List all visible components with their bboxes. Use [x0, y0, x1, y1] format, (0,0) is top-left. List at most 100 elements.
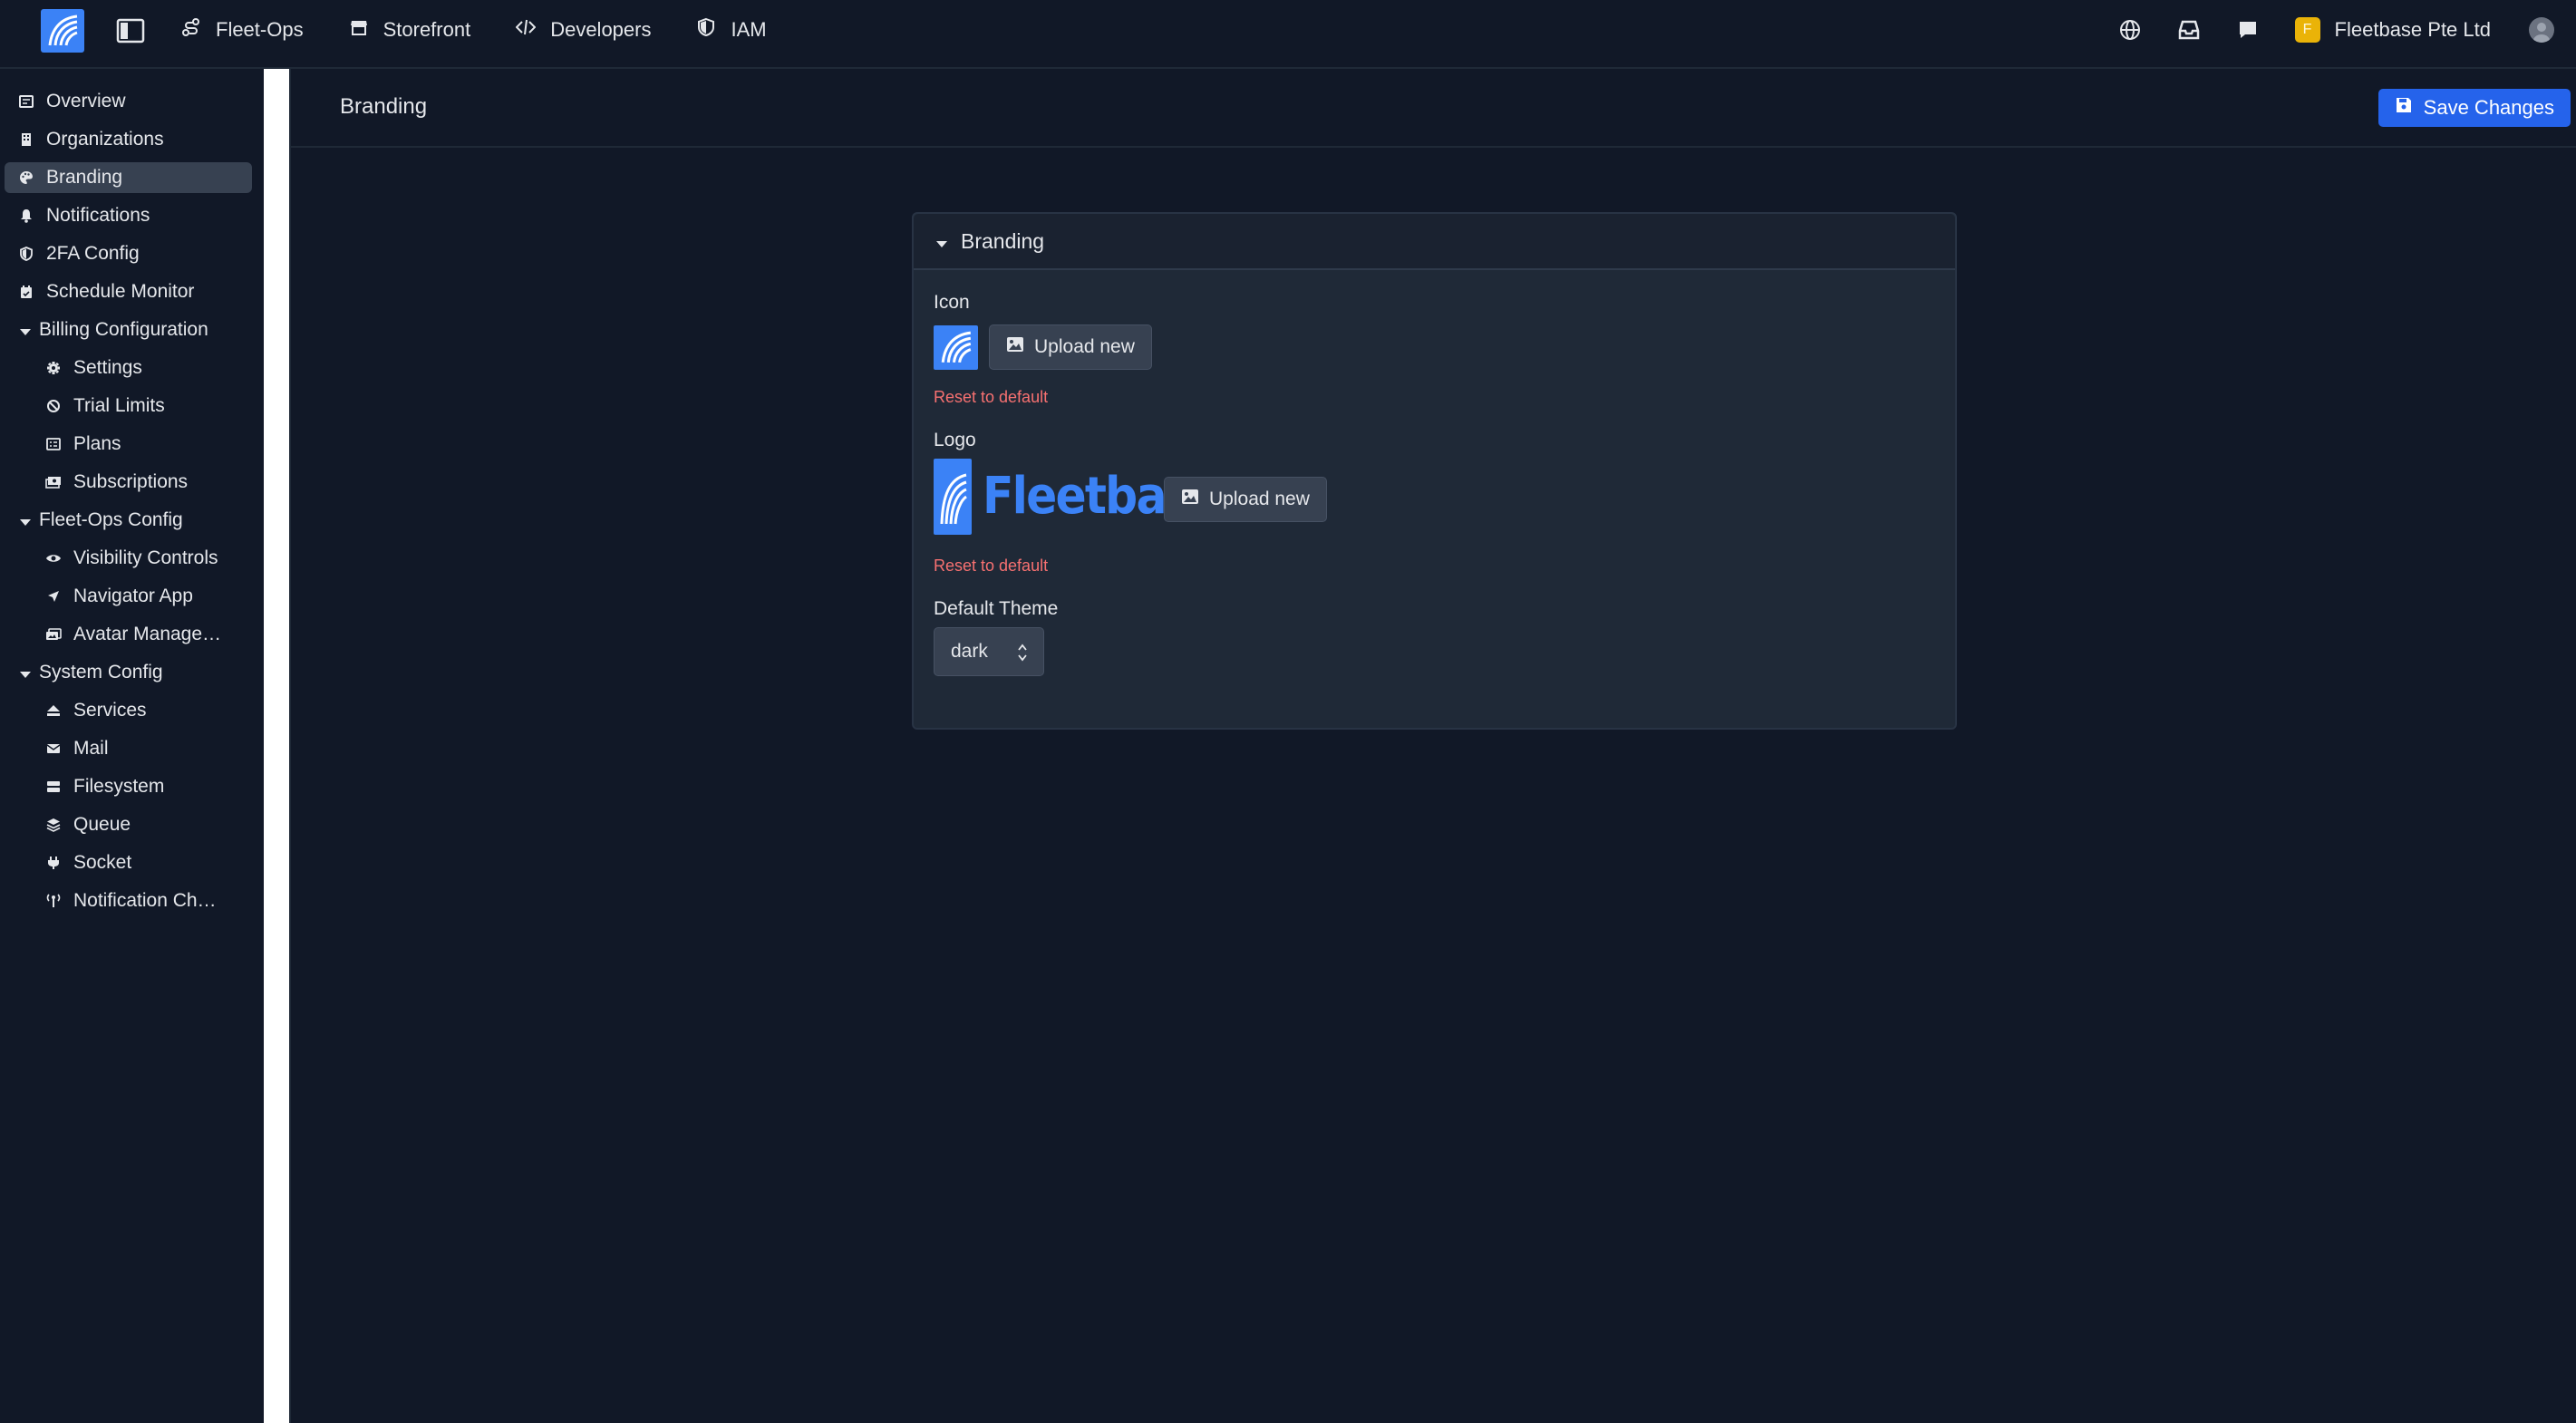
location-arrow-icon: [45, 588, 62, 605]
logo-upload-button[interactable]: Upload new: [1164, 477, 1327, 522]
sidebar-item-label: Subscriptions: [73, 471, 189, 492]
sidebar-item-label: Overview: [46, 91, 126, 111]
sidebar-item-label: Branding: [46, 167, 123, 188]
sidebar-item-visibility-controls[interactable]: Visibility Controls: [45, 543, 218, 574]
theme-select-value: dark: [951, 641, 988, 662]
logo-mark-icon: [934, 458, 972, 535]
sidebar-group-fleet-ops-config[interactable]: Fleet-Ops Config: [18, 505, 183, 536]
top-bar: Fleet-Ops Storefront Developers IAM F Fl…: [0, 0, 2576, 69]
sidebar-item-settings[interactable]: Settings: [45, 353, 142, 383]
panel-title: Branding: [961, 228, 1045, 253]
images-icon: [45, 626, 62, 643]
save-changes-button[interactable]: Save Changes: [2377, 89, 2571, 127]
money-icon: [45, 474, 62, 490]
upload-label: Upload new: [1209, 489, 1310, 509]
sidebar-item-label: Plans: [73, 433, 121, 454]
sidebar-item-navigator-app[interactable]: Navigator App: [45, 581, 193, 612]
upload-label: Upload new: [1034, 336, 1135, 357]
org-badge: F: [2294, 17, 2320, 43]
organization-switcher[interactable]: F Fleetbase Pte Ltd: [2294, 17, 2491, 43]
envelope-icon: [45, 741, 62, 757]
caret-down-icon: [934, 233, 950, 249]
sidebar-group-label: System Config: [39, 662, 163, 682]
nav-iam[interactable]: IAM: [696, 17, 767, 43]
sidebar-item-mail[interactable]: Mail: [45, 733, 109, 764]
page-title: Branding: [340, 94, 428, 119]
sidebar-item-2fa-config[interactable]: 2FA Config: [18, 238, 140, 269]
sidebar-item-branding[interactable]: Branding: [5, 162, 252, 193]
sidebar-resize-handle[interactable]: [264, 69, 291, 1423]
org-name: Fleetbase Pte Ltd: [2334, 18, 2491, 41]
branding-panel: Branding Icon Upload new Reset to defaul…: [912, 212, 1957, 730]
ban-icon: [45, 398, 62, 414]
sidebar-item-organizations[interactable]: Organizations: [18, 124, 164, 155]
sidebar-item-plans[interactable]: Plans: [45, 429, 121, 460]
gear-icon: [45, 360, 62, 376]
code-icon: [515, 17, 537, 43]
plug-icon: [45, 855, 62, 871]
page-header: Branding Save Changes: [291, 69, 2576, 148]
app-logo-icon[interactable]: [41, 9, 84, 53]
palette-icon: [18, 169, 34, 186]
nav-label: IAM: [731, 18, 767, 41]
sidebar-item-label: Notification Ch…: [73, 890, 217, 911]
top-right-actions: F Fleetbase Pte Ltd: [2118, 0, 2576, 60]
sidebar-item-label: Schedule Monitor: [46, 281, 195, 302]
sidebar-toggle-icon[interactable]: [116, 18, 145, 44]
caret-down-icon: [18, 323, 33, 337]
default-theme-label: Default Theme: [934, 598, 1059, 619]
icon-upload-button[interactable]: Upload new: [989, 324, 1152, 370]
sidebar-item-label: Mail: [73, 738, 109, 759]
overview-icon: [18, 93, 34, 110]
logo-reset-link[interactable]: Reset to default: [934, 557, 1048, 576]
sidebar-group-label: Billing Configuration: [39, 319, 208, 340]
sidebar-item-label: Queue: [73, 814, 131, 835]
sidebar: Overview Organizations Branding Notifica…: [0, 69, 264, 1423]
route-icon: [181, 17, 201, 43]
sidebar-item-label: Navigator App: [73, 586, 193, 606]
chat-icon[interactable]: [2236, 18, 2260, 42]
image-icon: [1181, 489, 1199, 510]
sidebar-group-billing-configuration[interactable]: Billing Configuration: [18, 315, 208, 345]
save-changes-label: Save Changes: [2423, 96, 2554, 119]
sidebar-item-trial-limits[interactable]: Trial Limits: [45, 391, 165, 421]
sidebar-item-label: Avatar Manage…: [73, 624, 222, 644]
sidebar-item-label: 2FA Config: [46, 243, 140, 264]
sidebar-group-system-config[interactable]: System Config: [18, 657, 163, 688]
icon-reset-link[interactable]: Reset to default: [934, 388, 1048, 407]
nav-developers[interactable]: Developers: [515, 17, 652, 43]
avatar[interactable]: [2529, 17, 2554, 43]
sidebar-item-notification-channels[interactable]: Notification Ch…: [45, 886, 217, 916]
sidebar-item-services[interactable]: Services: [45, 695, 147, 726]
nav-label: Developers: [550, 18, 652, 41]
main-nav: Fleet-Ops Storefront Developers IAM: [181, 0, 767, 60]
sidebar-item-subscriptions[interactable]: Subscriptions: [45, 467, 188, 498]
sidebar-item-label: Services: [73, 700, 147, 721]
list-icon: [45, 436, 62, 452]
globe-icon[interactable]: [2118, 18, 2142, 42]
sidebar-item-overview[interactable]: Overview: [18, 86, 126, 117]
sidebar-group-label: Fleet-Ops Config: [39, 509, 183, 530]
sidebar-item-socket[interactable]: Socket: [45, 847, 131, 878]
sidebar-item-schedule-monitor[interactable]: Schedule Monitor: [18, 276, 194, 307]
nav-label: Fleet-Ops: [216, 18, 304, 41]
icon-field-label: Icon: [934, 292, 970, 313]
sidebar-item-queue[interactable]: Queue: [45, 809, 131, 840]
panel-header[interactable]: Branding: [914, 214, 1955, 270]
calendar-icon: [18, 284, 34, 300]
sidebar-item-label: Settings: [73, 357, 142, 378]
sidebar-item-avatar-management[interactable]: Avatar Manage…: [45, 619, 221, 650]
sidebar-item-label: Filesystem: [73, 776, 165, 797]
broadcast-icon: [45, 893, 62, 909]
default-theme-select[interactable]: dark: [934, 627, 1044, 676]
sidebar-item-notifications[interactable]: Notifications: [18, 200, 150, 231]
sidebar-item-filesystem[interactable]: Filesystem: [45, 771, 164, 802]
sidebar-item-label: Trial Limits: [73, 395, 165, 416]
nav-storefront[interactable]: Storefront: [349, 17, 470, 43]
caret-down-icon: [18, 513, 33, 528]
image-icon: [1006, 336, 1024, 358]
inbox-icon[interactable]: [2177, 18, 2201, 42]
nav-fleet-ops[interactable]: Fleet-Ops: [181, 17, 304, 43]
building-icon: [18, 131, 34, 148]
save-icon: [2395, 96, 2413, 120]
